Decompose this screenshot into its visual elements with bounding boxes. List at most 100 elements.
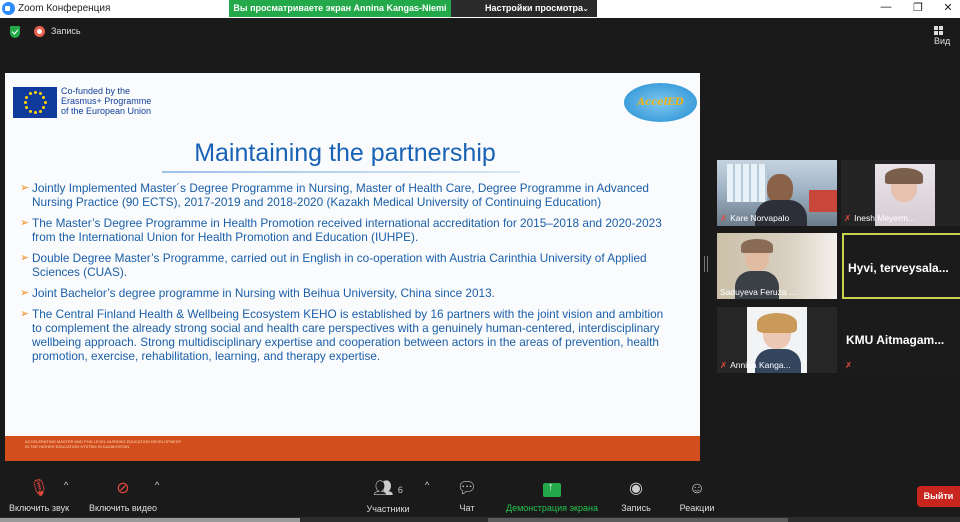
security-shield-icon[interactable] [10, 26, 20, 38]
participant-tile[interactable]: ✗ Inesh Meyerm... [841, 160, 960, 226]
eu-star-icon [42, 106, 46, 109]
video-off-icon: ⊘ [116, 480, 130, 497]
eu-star-icon [28, 92, 32, 96]
participant-hair [741, 239, 773, 253]
bullet-arrow-icon: ➢ [20, 308, 30, 320]
participants-count: 6 [397, 485, 403, 495]
participants-label: Участники [366, 504, 410, 514]
record-icon: ◉ [629, 480, 643, 497]
participant-tile[interactable]: ✗ Kare Norvapalo [717, 160, 837, 226]
bullet-item: ➢ Joint Bachelor’s degree programme in Nu… [20, 286, 670, 300]
participant-name: ✗ Annina Kanga... [720, 360, 791, 371]
zoom-logo-icon [2, 2, 15, 15]
participant-name-text: Saduyeva Feruza ... [720, 287, 797, 297]
eu-flag-logo [13, 87, 57, 118]
bullet-arrow-icon: ➢ [20, 252, 30, 264]
slide-footer-text: ACCELERATING MASTER AND PHD LEVEL NURSIN… [25, 439, 182, 449]
chat-button[interactable]: 💬︎ Чат [448, 480, 486, 513]
eu-star-icon [38, 109, 42, 113]
restore-button[interactable]: ❐ [908, 1, 928, 14]
muted-mic-icon: ✗ [720, 213, 728, 223]
view-options-button[interactable]: Настройки просмотра ⌄ [451, 0, 597, 17]
chat-icon: 💬︎ [456, 480, 478, 497]
view-layout-label: Вид [934, 36, 951, 46]
participants-button[interactable]: 👥︎ 6 Участники [360, 480, 416, 514]
participant-tile[interactable]: KMU Aitmagam... ✗ [842, 307, 960, 373]
eu-star-icon [23, 101, 27, 104]
bullet-item: ➢ Double Degree Master’s Programme, carri… [20, 251, 670, 279]
muted-mic-icon: ✗ [845, 360, 853, 370]
eu-star-icon [24, 106, 28, 109]
taskbar-segment [488, 518, 788, 522]
participant-name-text: Inesh Meyerm... [854, 213, 916, 223]
muted-mic-icon: ✗ [720, 360, 728, 370]
bullet-text: The Central Finland Health & Wellbeing E… [32, 307, 664, 363]
reactions-icon: ☺︎ [688, 480, 706, 497]
eu-star-icon [42, 96, 46, 99]
participant-tile[interactable]: Saduyeva Feruza ... [717, 233, 837, 299]
muted-mic-icon: ✗ [844, 213, 852, 223]
eu-star-icon [28, 109, 32, 113]
title-underline [162, 171, 520, 173]
start-video-button[interactable]: ⊘ Включить видео [86, 480, 160, 513]
close-button[interactable]: ✕ [938, 1, 958, 14]
project-logo: AccelED [624, 83, 697, 122]
reactions-label: Реакции [679, 503, 715, 513]
slide-title: Maintaining the partnership [194, 139, 496, 167]
eu-text-line: Co-funded by the [61, 86, 131, 96]
bullet-text: Joint Bachelor’s degree programme in Nur… [32, 286, 495, 300]
zoom-window: Zoom Конференция Вы просматриваете экран… [0, 0, 960, 522]
bullet-arrow-icon: ➢ [20, 182, 30, 194]
participant-name-text: KMU Aitmagam... [846, 333, 945, 347]
view-options-label: Настройки просмотра [485, 3, 584, 13]
participants-icon: 👥︎ 6 [373, 480, 403, 497]
recording-status: Запись [51, 26, 81, 36]
participant-hair [757, 313, 797, 333]
bullet-arrow-icon: ➢ [20, 287, 30, 299]
reactions-button[interactable]: ☺︎ Реакции [675, 480, 719, 513]
panel-resize-handle[interactable] [704, 256, 708, 272]
bullet-text: The Master’s Degree Programme in Health … [32, 216, 662, 244]
participant-tile-active-speaker[interactable]: Hyvi, terveysala... [842, 233, 960, 299]
participant-name: ✗ Inesh Meyerm... [844, 213, 915, 224]
meeting-info-bar: Запись Вид [0, 18, 960, 46]
start-video-label: Включить видео [89, 503, 157, 513]
eu-text-line: Erasmus+ Programme [61, 96, 152, 106]
audio-options-caret[interactable]: ^ [64, 480, 68, 490]
taskbar-strip [0, 517, 960, 522]
participant-name: ✗ [845, 360, 855, 371]
shared-screen-slide: Co-funded by the Erasmus+ Programme of t… [5, 73, 700, 461]
participant-hair [885, 168, 923, 184]
bullet-arrow-icon: ➢ [20, 217, 30, 229]
viewing-screen-banner: Вы просматриваете экран Annina Kangas-Ni… [229, 0, 451, 17]
slide-footer-band: ACCELERATING MASTER AND PHD LEVEL NURSIN… [5, 436, 700, 461]
minimize-button[interactable]: — [876, 1, 896, 13]
taskbar-segment [0, 518, 300, 522]
participant-name-text: Annina Kanga... [730, 360, 791, 370]
record-button[interactable]: ◉ Запись [615, 480, 657, 513]
participant-name-text: Kare Norvapalo [730, 213, 790, 223]
view-layout-button[interactable]: Вид [934, 26, 960, 46]
eu-star-icon [43, 101, 47, 104]
meeting-toolbar: 🎙︎ Включить звук ^ ⊘ Включить видео ^ 👥︎… [0, 476, 960, 522]
bullet-item: ➢ Jointly Implemented Master´s Degree Pro… [20, 181, 670, 209]
share-screen-button[interactable]: Демонстрация экрана [502, 480, 602, 513]
participant-name: Saduyeva Feruza ... [720, 287, 796, 297]
participant-name-text: Hyvi, terveysala... [848, 261, 949, 275]
eu-text-line: of the European Union [61, 106, 152, 116]
unmute-button[interactable]: 🎙︎ Включить звук [6, 480, 72, 513]
share-screen-icon [543, 481, 561, 497]
eu-star-icon [33, 111, 37, 114]
window-backdrop [727, 164, 767, 202]
video-options-caret[interactable]: ^ [155, 480, 159, 490]
record-label: Запись [621, 503, 651, 513]
participant-tile[interactable]: ✗ Annina Kanga... [717, 307, 837, 373]
bullet-text: Double Degree Master’s Programme, carrie… [32, 251, 647, 279]
bullet-list: ➢ Jointly Implemented Master´s Degree Pro… [20, 181, 670, 370]
participants-options-caret[interactable]: ^ [425, 480, 429, 490]
leave-meeting-button[interactable]: Выйти [917, 486, 960, 507]
participant-name: ✗ Kare Norvapalo [720, 213, 789, 224]
recording-icon [34, 26, 45, 37]
bullet-item: ➢ The Master’s Degree Programme in Health… [20, 216, 670, 244]
unmute-label: Включить звук [8, 503, 70, 513]
